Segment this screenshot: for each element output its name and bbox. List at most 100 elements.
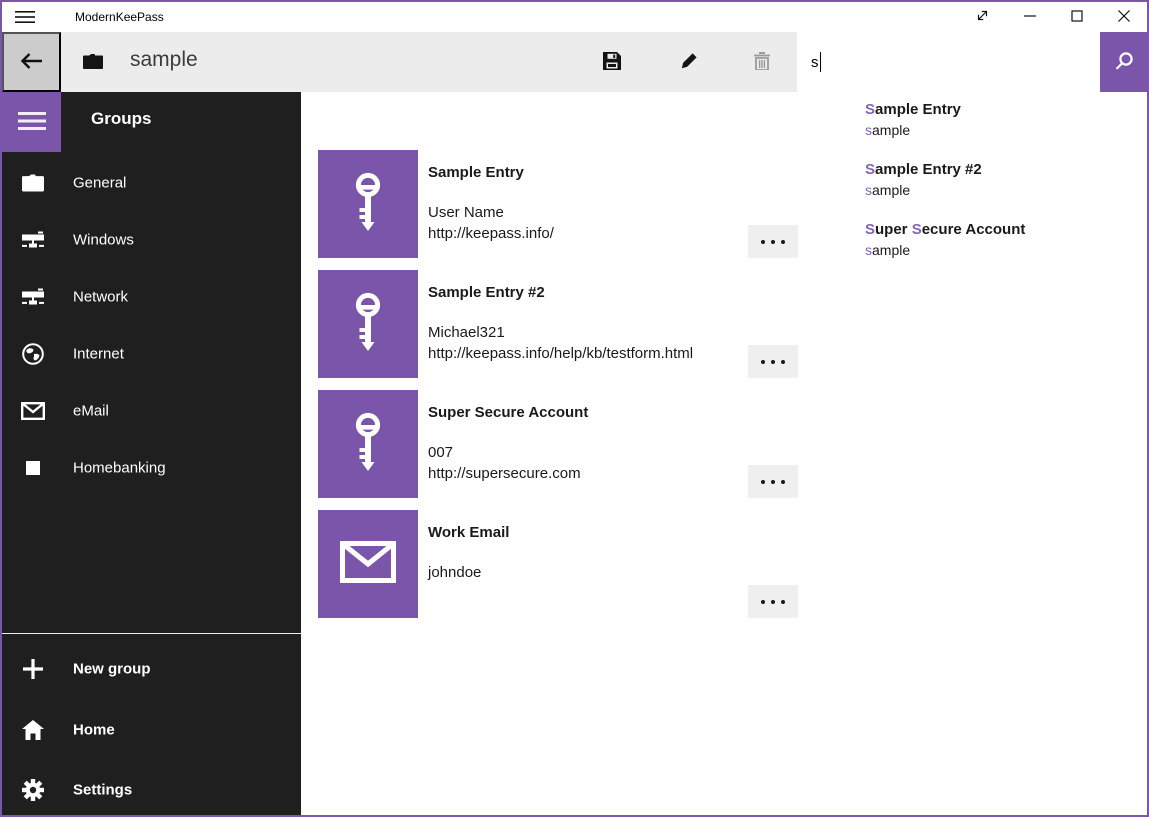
sidebar-item-homebanking[interactable]: Homebanking xyxy=(2,455,301,481)
entry-title: Sample Entry xyxy=(428,164,524,181)
sidebar-item-label: New group xyxy=(73,661,151,678)
dot xyxy=(781,600,785,604)
text-caret xyxy=(820,52,821,72)
sidebar-item-general[interactable]: General xyxy=(2,170,301,196)
dot xyxy=(781,240,785,244)
appbar: sample s xyxy=(2,32,1147,92)
home-icon xyxy=(21,720,45,740)
dot xyxy=(771,240,775,244)
edit-button[interactable] xyxy=(665,32,713,92)
entry-more-button[interactable] xyxy=(748,465,798,498)
nav-hamburger-button[interactable] xyxy=(2,92,61,152)
sidebar-item-label: General xyxy=(73,175,126,192)
suggestion-title: Sample Entry xyxy=(865,100,1140,120)
entry-title: Work Email xyxy=(428,524,509,541)
sidebar-item-label: Internet xyxy=(73,346,124,363)
sidebar-item-label: Settings xyxy=(73,782,132,799)
dot xyxy=(781,480,785,484)
maximize-icon xyxy=(1071,10,1083,25)
sidebar-item-label: Home xyxy=(73,722,115,739)
sidebar-item-label: eMail xyxy=(73,403,109,420)
sidebar-item-new-group[interactable]: New group xyxy=(2,656,301,682)
back-button[interactable] xyxy=(2,32,61,92)
minimize-button[interactable] xyxy=(1006,2,1053,32)
close-icon xyxy=(1118,10,1130,25)
key-icon xyxy=(347,172,389,237)
key-icon xyxy=(347,412,389,477)
maximize-button[interactable] xyxy=(1053,2,1100,32)
envelope-icon xyxy=(21,402,45,420)
fullscreen-icon xyxy=(975,8,990,26)
dot xyxy=(761,360,765,364)
dot xyxy=(761,240,765,244)
trash-icon xyxy=(754,52,770,73)
delete-button[interactable] xyxy=(738,32,786,92)
sidebar-groups-pane: Groups General Windows Network Internet xyxy=(2,92,301,815)
entry-username: User Name xyxy=(428,204,504,221)
entry-tile[interactable] xyxy=(318,270,418,378)
sidebar-item-label: Windows xyxy=(73,232,134,249)
entry-username: 007 xyxy=(428,444,453,461)
dot xyxy=(771,480,775,484)
window-title: ModernKeePass xyxy=(75,10,164,24)
entry-url: http://supersecure.com xyxy=(428,465,581,482)
entry-more-button[interactable] xyxy=(748,225,798,258)
search-input[interactable]: s xyxy=(797,32,1100,92)
search-icon xyxy=(1114,51,1134,74)
back-arrow-icon xyxy=(21,53,43,72)
window-controls xyxy=(959,2,1147,32)
dot xyxy=(771,360,775,364)
groups-header: Groups xyxy=(91,109,151,129)
search-suggestion-sample-entry-2[interactable]: Sample Entry #2 sample xyxy=(865,160,1140,200)
entry-more-button[interactable] xyxy=(748,345,798,378)
fullscreen-button[interactable] xyxy=(959,2,1006,32)
modernkeepass-window: ModernKeePass xyxy=(0,0,1149,817)
sidebar-item-windows[interactable]: Windows xyxy=(2,227,301,253)
search-submit-button[interactable] xyxy=(1100,32,1147,92)
entry-username: johndoe xyxy=(428,564,481,581)
globe-icon xyxy=(21,343,45,365)
entry-more-button[interactable] xyxy=(748,585,798,618)
entry-url: http://keepass.info/ xyxy=(428,225,554,242)
sidebar-item-home[interactable]: Home xyxy=(2,717,301,743)
dot xyxy=(761,600,765,604)
suggestion-title: Super Secure Account xyxy=(865,220,1140,240)
sidebar-item-internet[interactable]: Internet xyxy=(2,341,301,367)
sidebar-item-label: Homebanking xyxy=(73,460,166,477)
entry-title: Sample Entry #2 xyxy=(428,284,545,301)
plus-icon xyxy=(21,659,45,679)
search-input-value: s xyxy=(811,54,819,71)
entry-row-super-secure-account[interactable]: Super Secure Account 007 http://supersec… xyxy=(318,390,800,498)
titlebar-hamburger-icon[interactable] xyxy=(15,10,35,24)
entry-row-sample-entry[interactable]: Sample Entry User Name http://keepass.in… xyxy=(318,150,800,258)
sidebar-item-network[interactable]: Network xyxy=(2,284,301,310)
key-icon xyxy=(347,292,389,357)
network-icon xyxy=(21,232,45,249)
close-button[interactable] xyxy=(1100,2,1147,32)
suggestion-subtitle: sample xyxy=(865,180,1140,200)
database-folder-icon xyxy=(83,54,103,74)
network-icon xyxy=(21,289,45,306)
minimize-icon xyxy=(1024,10,1036,25)
pencil-icon xyxy=(680,52,698,73)
entry-row-work-email[interactable]: Work Email johndoe xyxy=(318,510,800,618)
entry-row-sample-entry-2[interactable]: Sample Entry #2 Michael321 http://keepas… xyxy=(318,270,800,378)
save-button[interactable] xyxy=(588,32,636,92)
entry-url: http://keepass.info/help/kb/testform.htm… xyxy=(428,345,693,362)
gear-icon xyxy=(21,779,45,801)
square-icon xyxy=(21,461,45,475)
envelope-icon xyxy=(340,541,396,588)
entry-tile[interactable] xyxy=(318,510,418,618)
sidebar-item-settings[interactable]: Settings xyxy=(2,777,301,803)
entry-tile[interactable] xyxy=(318,150,418,258)
search-suggestion-sample-entry[interactable]: Sample Entry sample xyxy=(865,100,1140,140)
search-suggestion-super-secure-account[interactable]: Super Secure Account sample xyxy=(865,220,1140,260)
sidebar-item-email[interactable]: eMail xyxy=(2,398,301,424)
titlebar: ModernKeePass xyxy=(2,2,1147,32)
folder-icon xyxy=(21,175,45,192)
entry-tile[interactable] xyxy=(318,390,418,498)
suggestion-subtitle: sample xyxy=(865,240,1140,260)
save-icon xyxy=(603,52,621,73)
sidebar-item-label: Network xyxy=(73,289,128,306)
entry-username: Michael321 xyxy=(428,324,505,341)
